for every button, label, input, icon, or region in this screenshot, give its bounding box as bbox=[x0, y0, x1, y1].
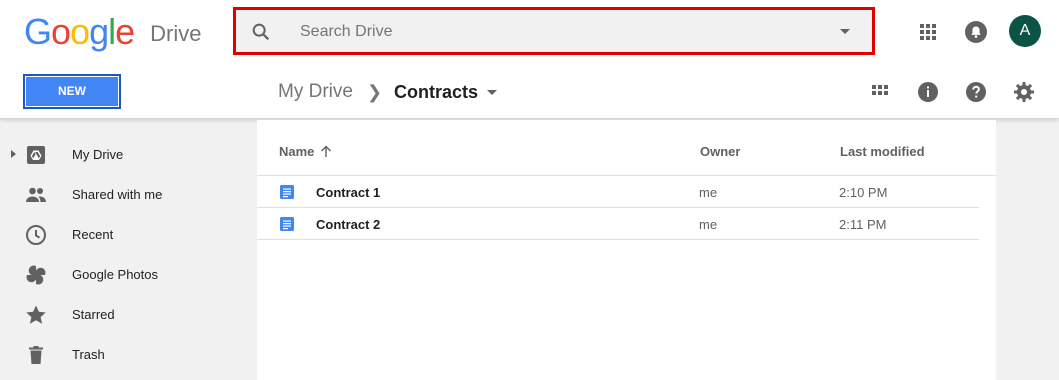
sidebar-item-trash[interactable]: Trash bbox=[0, 335, 256, 375]
file-list-panel: Name Owner Last modified bbox=[257, 120, 996, 380]
people-icon bbox=[26, 187, 46, 202]
apps-grid-icon[interactable] bbox=[918, 22, 938, 42]
top-bar: Google Drive A bbox=[0, 0, 1059, 64]
chevron-right-icon: ❯ bbox=[366, 81, 383, 102]
sidebar-item-google-photos[interactable]: Google Photos bbox=[0, 255, 256, 295]
folder-menu-dropdown-icon[interactable] bbox=[487, 89, 498, 95]
file-last-modified: 2:10 PM bbox=[839, 185, 888, 200]
file-owner: me bbox=[699, 185, 718, 200]
google-wordmark: Google bbox=[24, 11, 135, 53]
sidebar: My Drive Shared with me Recent Google Ph… bbox=[0, 120, 256, 380]
pinwheel-icon bbox=[26, 265, 46, 285]
docs-icon bbox=[280, 217, 294, 231]
search-icon[interactable] bbox=[250, 21, 272, 43]
table-row[interactable]: Contract 1 me 2:10 PM bbox=[257, 176, 979, 208]
product-name: Drive bbox=[150, 21, 202, 46]
avatar[interactable]: A bbox=[1009, 15, 1041, 47]
search-options-dropdown-icon[interactable] bbox=[840, 29, 850, 34]
docs-icon bbox=[280, 185, 294, 199]
file-name: Contract 1 bbox=[316, 185, 381, 200]
column-header-last-modified[interactable]: Last modified bbox=[840, 144, 925, 159]
table-row[interactable]: Contract 2 me 2:11 PM bbox=[257, 208, 979, 240]
grid-view-icon[interactable] bbox=[868, 80, 892, 104]
breadcrumb: My Drive ❯ Contracts bbox=[278, 79, 498, 105]
sidebar-item-starred[interactable]: Starred bbox=[0, 295, 256, 335]
sidebar-item-label: My Drive bbox=[72, 147, 124, 162]
sidebar-item-shared-with-me[interactable]: Shared with me bbox=[0, 175, 256, 215]
info-icon[interactable] bbox=[916, 80, 940, 104]
file-name: Contract 2 bbox=[316, 217, 381, 232]
file-owner: me bbox=[699, 217, 718, 232]
logo-letter: o bbox=[70, 11, 90, 52]
star-icon bbox=[26, 305, 46, 324]
breadcrumb-current-folder[interactable]: Contracts bbox=[394, 82, 478, 103]
search-input[interactable] bbox=[300, 21, 800, 43]
help-icon[interactable] bbox=[964, 80, 988, 104]
sidebar-item-label: Recent bbox=[72, 227, 114, 242]
new-button[interactable]: NEW bbox=[23, 74, 121, 109]
sidebar-item-recent[interactable]: Recent bbox=[0, 215, 256, 255]
my-drive-icon bbox=[27, 146, 45, 164]
sidebar-item-my-drive[interactable]: My Drive bbox=[0, 135, 256, 175]
breadcrumb-my-drive[interactable]: My Drive bbox=[278, 81, 353, 103]
logo-letter: o bbox=[51, 11, 71, 52]
action-bar: NEW My Drive ❯ Contracts bbox=[0, 64, 1059, 119]
trash-icon bbox=[29, 346, 43, 364]
clock-icon bbox=[26, 225, 46, 245]
search-box[interactable] bbox=[233, 7, 875, 55]
expand-arrow-icon[interactable] bbox=[11, 150, 16, 158]
sidebar-item-label: Google Photos bbox=[72, 267, 159, 282]
column-header-name[interactable]: Name bbox=[279, 144, 314, 159]
file-last-modified: 2:11 PM bbox=[839, 217, 887, 232]
google-drive-logo[interactable]: Google Drive bbox=[24, 11, 202, 53]
logo-letter: G bbox=[24, 11, 52, 52]
sort-arrow-up-icon[interactable] bbox=[319, 144, 333, 158]
logo-letter: g bbox=[89, 11, 109, 52]
sidebar-item-label: Shared with me bbox=[72, 187, 163, 202]
sidebar-item-label: Trash bbox=[72, 347, 105, 362]
notifications-bell-icon[interactable] bbox=[964, 20, 988, 44]
column-header-owner[interactable]: Owner bbox=[700, 144, 740, 159]
sidebar-item-label: Starred bbox=[72, 307, 115, 322]
logo-letter: e bbox=[115, 11, 135, 52]
settings-gear-icon[interactable] bbox=[1012, 80, 1036, 104]
